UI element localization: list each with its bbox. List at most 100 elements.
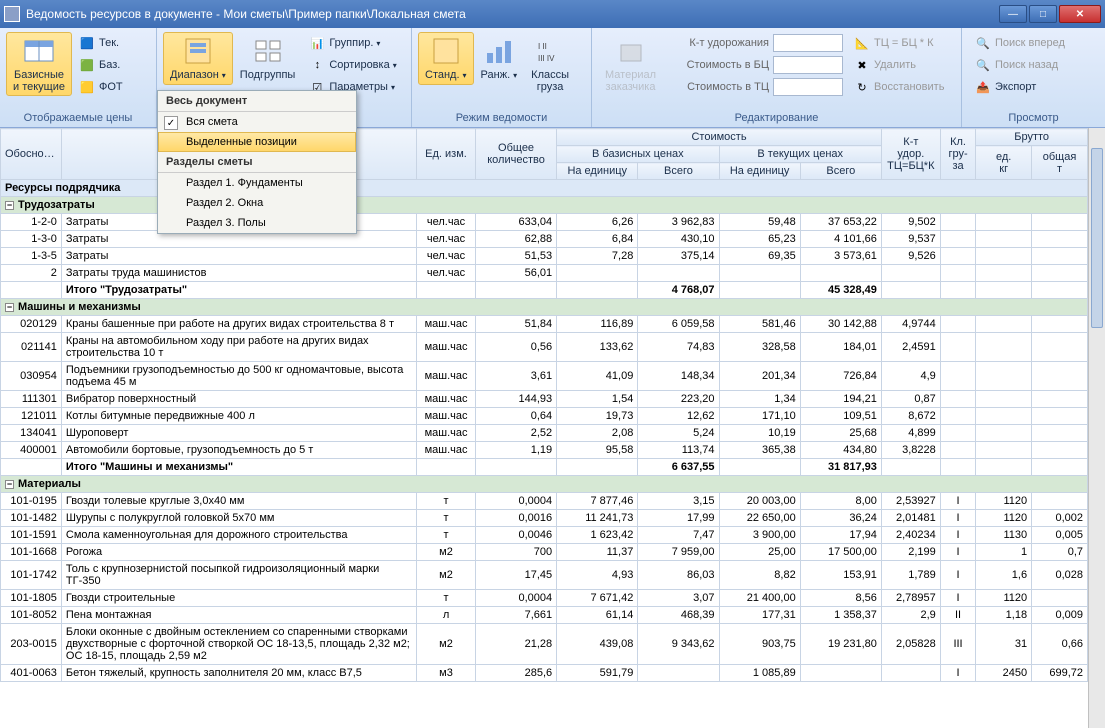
table-cell[interactable]: м2: [417, 561, 476, 590]
maximize-button[interactable]: □: [1029, 5, 1057, 23]
rank-button[interactable]: Ранж.▾: [474, 32, 525, 85]
table-cell[interactable]: 581,46: [719, 316, 800, 333]
table-cell[interactable]: Гвозди толевые круглые 3,0x40 мм: [61, 493, 416, 510]
table-cell[interactable]: 9,537: [881, 231, 940, 248]
table-cell[interactable]: 2,9: [881, 607, 940, 624]
table-cell[interactable]: 0,64: [475, 408, 556, 425]
table-cell[interactable]: [976, 459, 1032, 476]
table-cell[interactable]: 4 101,66: [800, 231, 881, 248]
table-cell[interactable]: I: [940, 510, 976, 527]
col-brutto[interactable]: Брутто: [976, 129, 1088, 146]
table-cell[interactable]: 194,21: [800, 391, 881, 408]
table-cell[interactable]: м2: [417, 624, 476, 665]
table-row[interactable]: 2Затраты труда машинистов чел.час56,01: [1, 265, 1088, 282]
table-cell[interactable]: Итого "Машины и механизмы": [61, 459, 416, 476]
table-cell[interactable]: 6 059,58: [638, 316, 719, 333]
table-cell[interactable]: 20 003,00: [719, 493, 800, 510]
table-cell[interactable]: 020129: [1, 316, 62, 333]
formula-button[interactable]: 📐ТЦ = БЦ * К: [849, 33, 949, 53]
table-cell[interactable]: 1-2-0: [1, 214, 62, 231]
table-cell[interactable]: чел.час: [417, 248, 476, 265]
table-cell[interactable]: Краны башенные при работе на других вида…: [61, 316, 416, 333]
table-cell[interactable]: [940, 408, 976, 425]
table-cell[interactable]: Гвозди строительные: [61, 590, 416, 607]
classes-button[interactable]: I IIIII IV Классы груза: [524, 32, 576, 96]
table-cell[interactable]: [800, 665, 881, 682]
table-cell[interactable]: 41,09: [557, 362, 638, 391]
table-cell[interactable]: [1032, 316, 1088, 333]
table-cell[interactable]: [1032, 391, 1088, 408]
table-cell[interactable]: 0,56: [475, 333, 556, 362]
table-cell[interactable]: [940, 459, 976, 476]
table-cell[interactable]: [800, 265, 881, 282]
table-cell[interactable]: 101-1742: [1, 561, 62, 590]
collapse-icon[interactable]: −: [5, 201, 14, 210]
cost-bc-input[interactable]: [773, 56, 843, 74]
table-cell[interactable]: 201,34: [719, 362, 800, 391]
table-cell[interactable]: [1032, 282, 1088, 299]
table-cell[interactable]: [940, 391, 976, 408]
table-cell[interactable]: 148,34: [638, 362, 719, 391]
table-cell[interactable]: 9,502: [881, 214, 940, 231]
table-cell[interactable]: 171,10: [719, 408, 800, 425]
table-cell[interactable]: 4 768,07: [638, 282, 719, 299]
table-cell[interactable]: 0,0004: [475, 493, 556, 510]
table-cell[interactable]: 101-1805: [1, 590, 62, 607]
table-cell[interactable]: [1032, 333, 1088, 362]
menu-item-r2[interactable]: Раздел 2. Окна: [158, 193, 356, 213]
table-cell[interactable]: 111301: [1, 391, 62, 408]
section-row[interactable]: −Машины и механизмы: [1, 299, 1088, 316]
table-cell[interactable]: 2,199: [881, 544, 940, 561]
baz-button[interactable]: 🟩Баз.: [74, 55, 128, 75]
table-cell[interactable]: 1,6: [976, 561, 1032, 590]
col-per-unit-tc[interactable]: На единицу: [719, 163, 800, 180]
table-row[interactable]: 021141Краны на автомобильном ходу при ра…: [1, 333, 1088, 362]
table-cell[interactable]: м2: [417, 544, 476, 561]
table-cell[interactable]: 2,4591: [881, 333, 940, 362]
table-cell[interactable]: 700: [475, 544, 556, 561]
table-cell[interactable]: 7,28: [557, 248, 638, 265]
table-cell[interactable]: 1,19: [475, 442, 556, 459]
table-cell[interactable]: 3 573,61: [800, 248, 881, 265]
table-cell[interactable]: 59,48: [719, 214, 800, 231]
table-cell[interactable]: [1032, 408, 1088, 425]
table-cell[interactable]: 17,45: [475, 561, 556, 590]
table-cell[interactable]: [638, 665, 719, 682]
col-cls[interactable]: Кл. гру- за: [940, 129, 976, 180]
table-cell[interactable]: 5,24: [638, 425, 719, 442]
table-cell[interactable]: I: [940, 493, 976, 510]
table-cell[interactable]: 328,58: [719, 333, 800, 362]
table-cell[interactable]: 203-0015: [1, 624, 62, 665]
table-cell[interactable]: маш.час: [417, 425, 476, 442]
col-unit[interactable]: Ед. изм.: [417, 129, 476, 180]
table-cell[interactable]: I: [940, 544, 976, 561]
table-cell[interactable]: 36,24: [800, 510, 881, 527]
table-cell[interactable]: 25,68: [800, 425, 881, 442]
export-button[interactable]: 📤Экспорт: [970, 77, 1070, 97]
table-cell[interactable]: 3,8228: [881, 442, 940, 459]
table-cell[interactable]: 133,62: [557, 333, 638, 362]
menu-item-all[interactable]: ✓Вся смета: [158, 112, 356, 132]
table-row[interactable]: 030954Подъемники грузоподъемностью до 50…: [1, 362, 1088, 391]
table-cell[interactable]: 3,15: [638, 493, 719, 510]
table-cell[interactable]: I: [940, 665, 976, 682]
table-cell[interactable]: 17,94: [800, 527, 881, 544]
table-cell[interactable]: [1032, 231, 1088, 248]
table-cell[interactable]: 223,20: [638, 391, 719, 408]
table-cell[interactable]: 285,6: [475, 665, 556, 682]
table-cell[interactable]: маш.час: [417, 408, 476, 425]
table-cell[interactable]: [976, 333, 1032, 362]
table-cell[interactable]: 3 900,00: [719, 527, 800, 544]
table-cell[interactable]: м3: [417, 665, 476, 682]
table-cell[interactable]: 430,10: [638, 231, 719, 248]
table-cell[interactable]: 6 637,55: [638, 459, 719, 476]
table-cell[interactable]: 134041: [1, 425, 62, 442]
table-cell[interactable]: Итого "Трудозатраты": [61, 282, 416, 299]
col-cost-tc[interactable]: В текущих ценах: [719, 146, 881, 163]
table-cell[interactable]: Затраты труда машинистов: [61, 265, 416, 282]
table-cell[interactable]: [976, 214, 1032, 231]
menu-item-r3[interactable]: Раздел 3. Полы: [158, 213, 356, 233]
table-row[interactable]: 101-8052Пена монтажная л7,66161,14468,39…: [1, 607, 1088, 624]
col-total-t[interactable]: общая т: [1032, 146, 1088, 180]
table-cell[interactable]: [475, 459, 556, 476]
